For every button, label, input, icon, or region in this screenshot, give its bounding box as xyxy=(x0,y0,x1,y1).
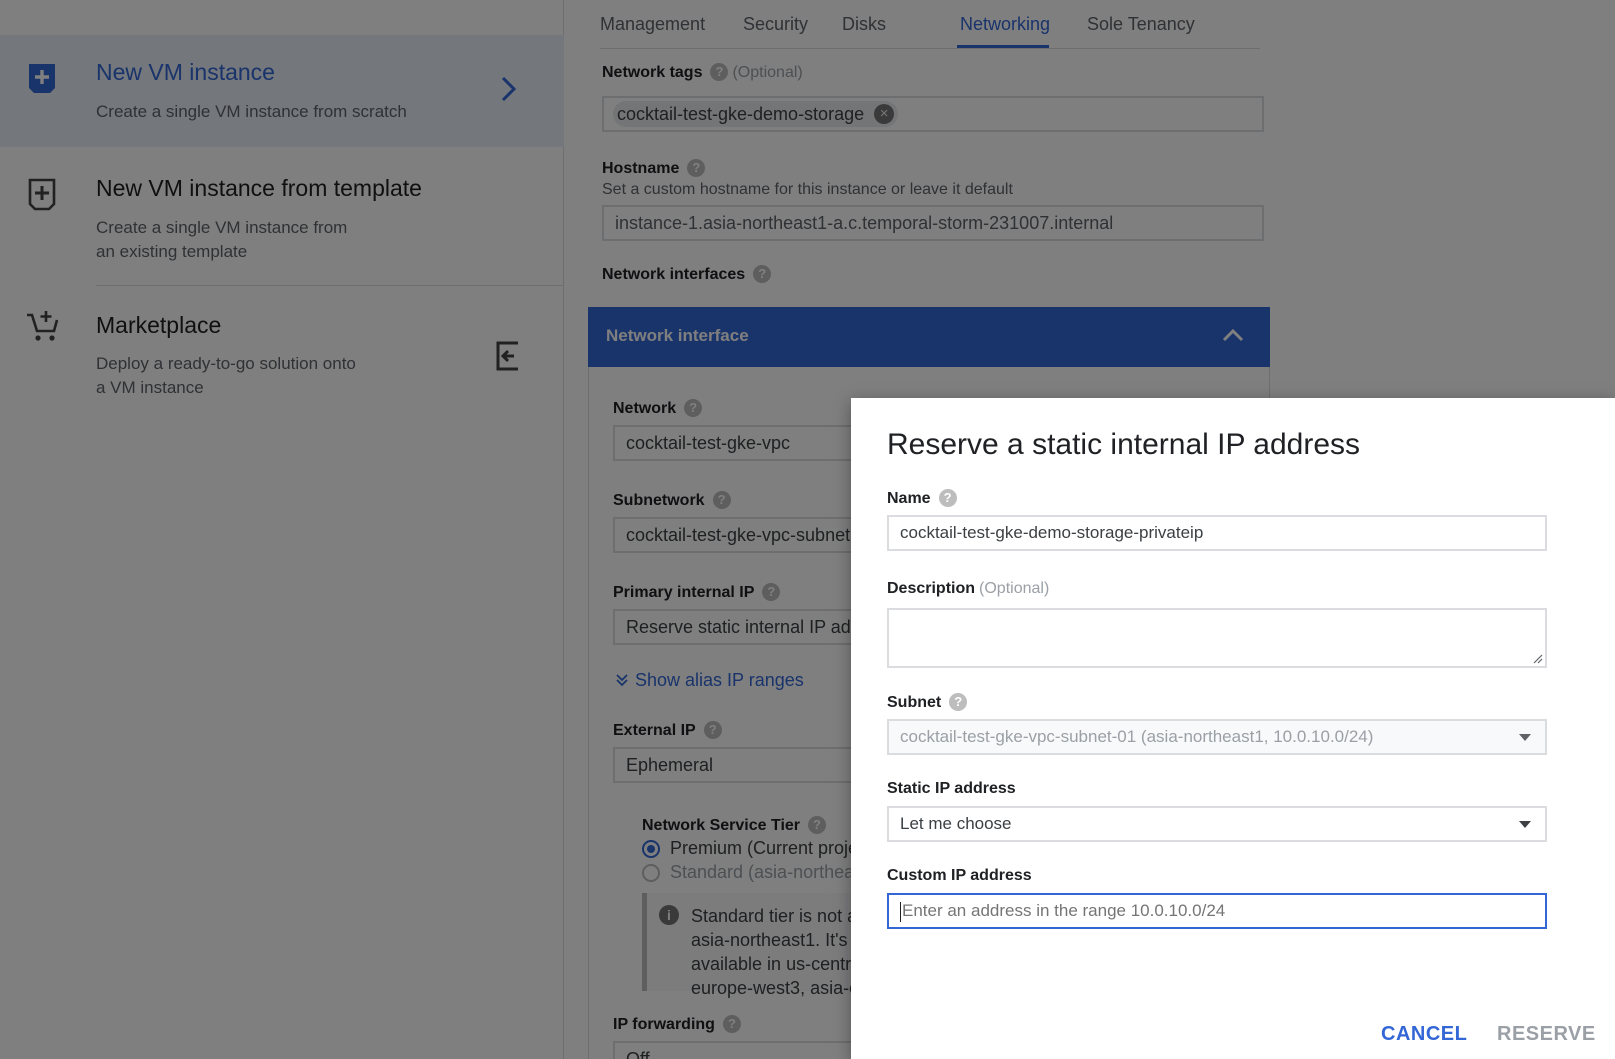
reserve-static-ip-dialog: Reserve a static internal IP address Nam… xyxy=(851,398,1615,1059)
dropdown-arrow-icon xyxy=(1519,821,1531,828)
dialog-title: Reserve a static internal IP address xyxy=(887,428,1361,461)
help-icon[interactable]: ? xyxy=(938,489,957,507)
subnet-label: Subnet? xyxy=(887,693,968,712)
dropdown-arrow-icon xyxy=(1519,734,1531,741)
subnet-select: cocktail-test-gke-vpc-subnet-01 (asia-no… xyxy=(887,719,1547,755)
name-input[interactable]: cocktail-test-gke-demo-storage-privateip xyxy=(887,515,1547,551)
reserve-button[interactable]: RESERVE xyxy=(1497,1023,1596,1046)
resize-handle-icon[interactable] xyxy=(1533,654,1543,664)
custom-ip-input[interactable]: Enter an address in the range 10.0.10.0/… xyxy=(887,893,1547,929)
static-ip-select[interactable]: Let me choose xyxy=(887,806,1547,842)
name-label: Name? xyxy=(887,489,957,508)
custom-ip-label: Custom IP address xyxy=(887,867,1032,884)
cancel-button[interactable]: CANCEL xyxy=(1381,1023,1467,1046)
static-ip-label: Static IP address xyxy=(887,780,1016,797)
help-icon[interactable]: ? xyxy=(949,693,968,711)
description-textarea[interactable] xyxy=(887,608,1547,668)
text-cursor xyxy=(900,902,901,922)
description-label: Description (Optional) xyxy=(887,580,1050,597)
